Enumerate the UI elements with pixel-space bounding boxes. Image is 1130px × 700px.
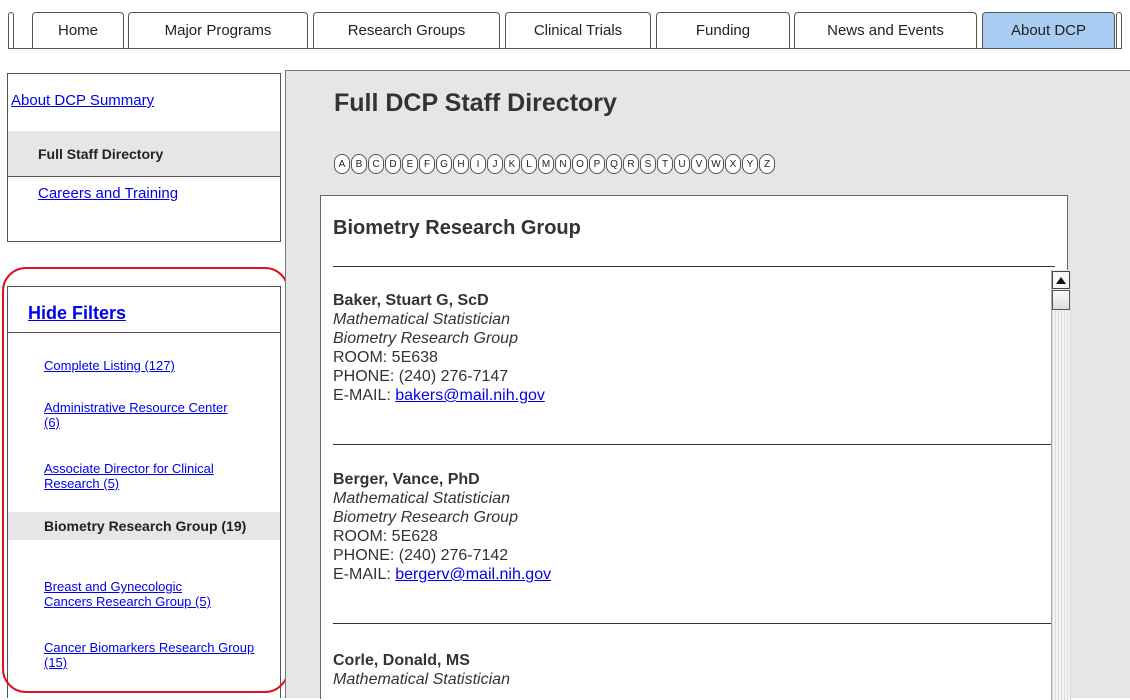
staff-group: Biometry Research Group bbox=[333, 330, 518, 347]
letter-u-button[interactable]: U bbox=[674, 154, 690, 174]
staff-email-link[interactable]: bakers@mail.nih.gov bbox=[395, 387, 545, 404]
letter-v-button[interactable]: V bbox=[691, 154, 707, 174]
letter-g-button[interactable]: G bbox=[436, 154, 452, 174]
staff-list[interactable]: Baker, Stuart G, ScD Mathematical Statis… bbox=[333, 266, 1059, 700]
tab-clinical-trials[interactable]: Clinical Trials bbox=[505, 12, 651, 48]
letter-w-button[interactable]: W bbox=[708, 154, 724, 174]
section-navigation: About DCP Summary Full Staff Directory C… bbox=[7, 73, 281, 242]
email-label: E-MAIL: bbox=[333, 566, 396, 583]
alphabet-filter: A B C D E F G H I J K L M N O P Q R S T … bbox=[334, 154, 775, 174]
tab-edge-left bbox=[8, 12, 14, 48]
staff-directory-panel: Biometry Research Group Baker, Stuart G,… bbox=[320, 195, 1071, 700]
sidebar-item-full-staff-directory[interactable]: Full Staff Directory bbox=[8, 131, 280, 176]
divider bbox=[333, 444, 1055, 445]
staff-entry: Baker, Stuart G, ScD Mathematical Statis… bbox=[333, 291, 1033, 405]
hide-filters-link[interactable]: Hide Filters bbox=[28, 303, 126, 324]
letter-c-button[interactable]: C bbox=[368, 154, 384, 174]
tab-edge-right bbox=[1116, 12, 1122, 48]
staff-phone: PHONE: (240) 276-7142 bbox=[333, 547, 509, 564]
filter-administrative-resource-center[interactable]: Administrative Resource Center (6) bbox=[44, 400, 234, 430]
tab-funding[interactable]: Funding bbox=[656, 12, 790, 48]
group-heading: Biometry Research Group bbox=[333, 217, 581, 239]
staff-entry: Berger, Vance, PhD Mathematical Statisti… bbox=[333, 470, 1033, 584]
staff-name: Baker, Stuart G, ScD bbox=[333, 292, 489, 309]
sidebar-item-label: Full Staff Directory bbox=[38, 145, 164, 162]
tab-home[interactable]: Home bbox=[32, 12, 124, 48]
top-navigation: Home Major Programs Research Groups Clin… bbox=[0, 0, 1130, 60]
divider bbox=[8, 176, 280, 177]
letter-m-button[interactable]: M bbox=[538, 154, 554, 174]
vertical-scrollbar[interactable] bbox=[1051, 270, 1071, 700]
staff-name: Berger, Vance, PhD bbox=[333, 471, 480, 488]
careers-and-training-link[interactable]: Careers and Training bbox=[38, 185, 178, 202]
staff-group: Biometry Research Group bbox=[333, 509, 518, 526]
letter-j-button[interactable]: J bbox=[487, 154, 503, 174]
tab-about-dcp[interactable]: About DCP bbox=[982, 12, 1115, 48]
about-dcp-summary-link[interactable]: About DCP Summary bbox=[11, 92, 154, 109]
page-title: Full DCP Staff Directory bbox=[334, 89, 617, 117]
letter-f-button[interactable]: F bbox=[419, 154, 435, 174]
filter-breast-gynecologic-cancers[interactable]: Breast and Gynecologic Cancers Research … bbox=[44, 579, 234, 609]
letter-i-button[interactable]: I bbox=[470, 154, 486, 174]
divider bbox=[333, 266, 1055, 267]
main-content: Full DCP Staff Directory A B C D E F G H… bbox=[285, 70, 1130, 700]
tab-news-and-events[interactable]: News and Events bbox=[794, 12, 977, 48]
letter-n-button[interactable]: N bbox=[555, 154, 571, 174]
scrollbar-track[interactable] bbox=[1051, 270, 1071, 700]
staff-phone: PHONE: (240) 276-7147 bbox=[333, 368, 509, 385]
letter-q-button[interactable]: Q bbox=[606, 154, 622, 174]
filter-panel: Hide Filters Complete Listing (127) Admi… bbox=[7, 286, 281, 698]
letter-r-button[interactable]: R bbox=[623, 154, 639, 174]
staff-title: Mathematical Statistician bbox=[333, 311, 510, 328]
tab-major-programs[interactable]: Major Programs bbox=[128, 12, 308, 48]
staff-room: ROOM: 5E628 bbox=[333, 528, 438, 545]
letter-z-button[interactable]: Z bbox=[759, 154, 775, 174]
staff-title: Mathematical Statistician bbox=[333, 671, 510, 688]
letter-b-button[interactable]: B bbox=[351, 154, 367, 174]
letter-e-button[interactable]: E bbox=[402, 154, 418, 174]
filter-biometry-research-group[interactable]: Biometry Research Group (19) bbox=[8, 512, 280, 540]
letter-y-button[interactable]: Y bbox=[742, 154, 758, 174]
staff-email-row: E-MAIL: bakers@mail.nih.gov bbox=[333, 386, 1033, 405]
letter-t-button[interactable]: T bbox=[657, 154, 673, 174]
letter-a-button[interactable]: A bbox=[334, 154, 350, 174]
letter-x-button[interactable]: X bbox=[725, 154, 741, 174]
letter-k-button[interactable]: K bbox=[504, 154, 520, 174]
letter-p-button[interactable]: P bbox=[589, 154, 605, 174]
letter-d-button[interactable]: D bbox=[385, 154, 401, 174]
scrollbar-thumb[interactable] bbox=[1052, 290, 1070, 310]
letter-s-button[interactable]: S bbox=[640, 154, 656, 174]
tab-research-groups[interactable]: Research Groups bbox=[313, 12, 500, 48]
tab-baseline bbox=[8, 48, 1122, 49]
staff-room: ROOM: 5E638 bbox=[333, 349, 438, 366]
filter-cancer-biomarkers[interactable]: Cancer Biomarkers Research Group (15) bbox=[44, 640, 268, 670]
filter-complete-listing[interactable]: Complete Listing (127) bbox=[44, 358, 268, 373]
arrow-up-icon bbox=[1056, 276, 1066, 284]
letter-o-button[interactable]: O bbox=[572, 154, 588, 174]
email-label: E-MAIL: bbox=[333, 387, 396, 404]
letter-l-button[interactable]: L bbox=[521, 154, 537, 174]
scroll-up-arrow-icon[interactable] bbox=[1052, 271, 1070, 289]
filter-associate-director-clinical-research[interactable]: Associate Director for Clinical Research… bbox=[44, 461, 268, 491]
divider bbox=[8, 332, 280, 333]
staff-email-row: E-MAIL: bergerv@mail.nih.gov bbox=[333, 565, 1033, 584]
staff-email-link[interactable]: bergerv@mail.nih.gov bbox=[395, 566, 551, 583]
staff-title: Mathematical Statistician bbox=[333, 490, 510, 507]
letter-h-button[interactable]: H bbox=[453, 154, 469, 174]
staff-entry: Corle, Donald, MS Mathematical Statistic… bbox=[333, 651, 1033, 689]
divider bbox=[333, 623, 1055, 624]
staff-name: Corle, Donald, MS bbox=[333, 652, 470, 669]
